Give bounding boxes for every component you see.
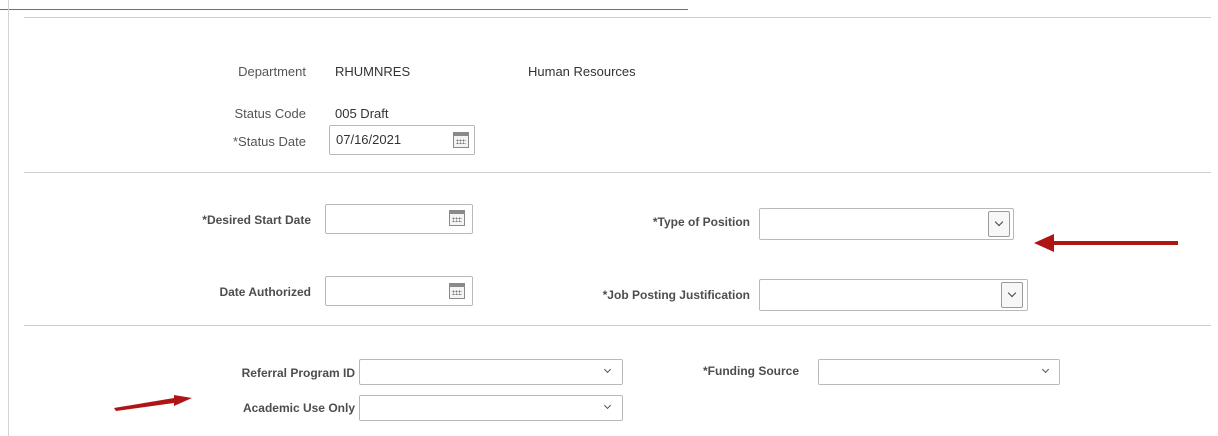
status-code-value: 005 Draft <box>335 106 389 121</box>
funding-source-label: *Funding Source <box>703 364 799 378</box>
type-of-position-select[interactable] <box>759 208 1014 240</box>
calendar-icon[interactable] <box>453 132 469 148</box>
job-posting-justification-label: *Job Posting Justification <box>602 288 750 302</box>
department-label: Department <box>238 64 306 79</box>
arrow-icon <box>1034 234 1054 252</box>
calendar-icon[interactable] <box>449 283 465 299</box>
left-border <box>8 0 9 436</box>
chevron-down-icon[interactable] <box>1001 282 1023 308</box>
chevron-down-icon[interactable] <box>605 403 611 409</box>
academic-use-only-label: Academic Use Only <box>242 401 355 415</box>
divider <box>24 17 1211 18</box>
academic-use-only-select[interactable] <box>359 395 623 421</box>
chevron-down-icon[interactable] <box>605 367 611 373</box>
desired-start-date-label: *Desired Start Date <box>202 213 311 227</box>
divider <box>24 172 1211 173</box>
status-date-label: *Status Date <box>233 134 306 149</box>
chevron-down-icon[interactable] <box>988 211 1010 237</box>
annotation-arrow-shaft <box>1048 241 1178 245</box>
chevron-down-icon[interactable] <box>1043 367 1049 373</box>
status-date-value: 07/16/2021 <box>336 132 402 147</box>
divider <box>24 325 1211 326</box>
arrow-icon <box>114 395 192 411</box>
job-posting-justification-select[interactable] <box>759 279 1028 311</box>
referral-program-id-select[interactable] <box>359 359 623 385</box>
top-link[interactable] <box>0 0 688 10</box>
department-name: Human Resources <box>528 64 636 79</box>
calendar-icon[interactable] <box>449 210 465 226</box>
type-of-position-label: *Type of Position <box>652 215 750 229</box>
date-authorized-label: Date Authorized <box>219 285 311 299</box>
status-code-label: Status Code <box>234 106 306 121</box>
funding-source-select[interactable] <box>818 359 1060 385</box>
referral-program-id-label: Referral Program ID <box>241 366 355 380</box>
department-code: RHUMNRES <box>335 64 411 79</box>
